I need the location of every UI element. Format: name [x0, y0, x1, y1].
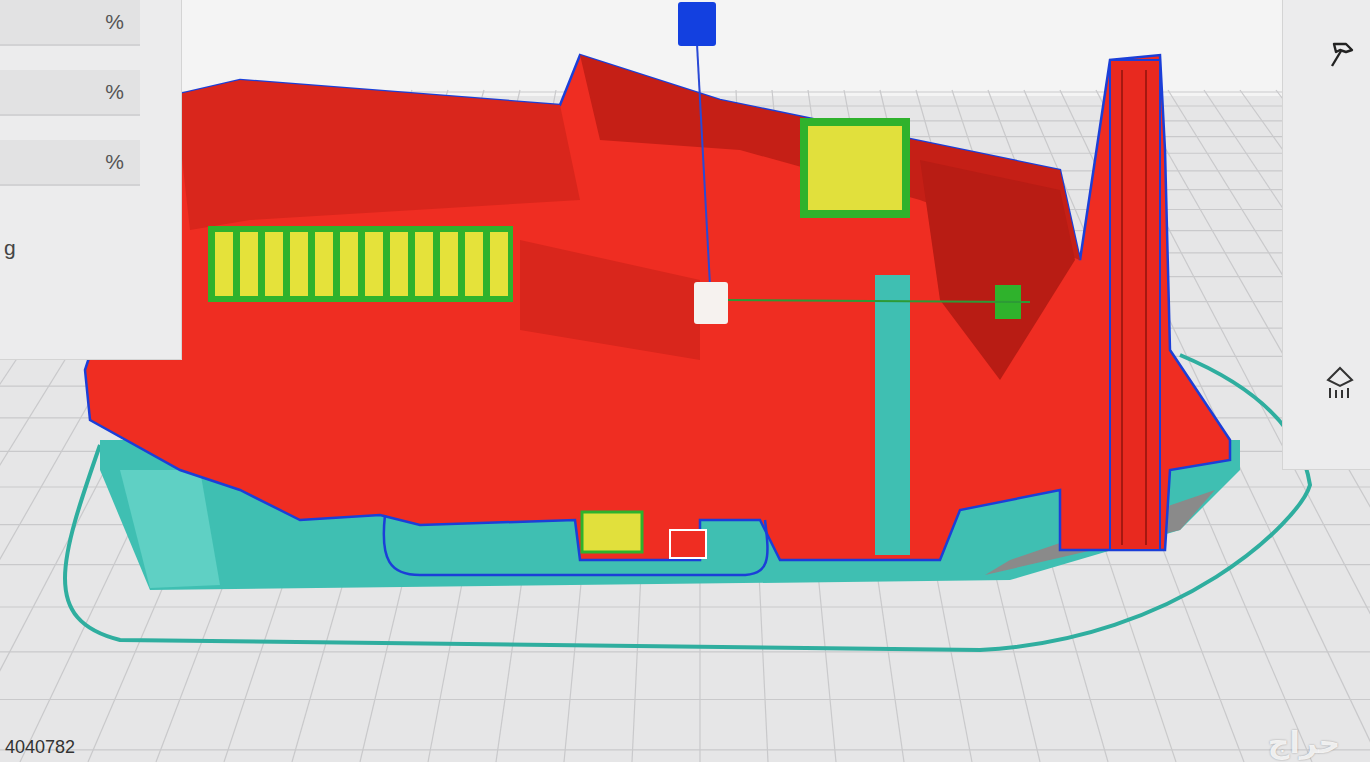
- build-plate-viewport[interactable]: [0, 0, 1370, 762]
- percent-unit: %: [105, 150, 124, 174]
- settings-panel: %%% g: [0, 0, 182, 360]
- model-body: [85, 55, 1230, 560]
- z-axis-handle[interactable]: [678, 2, 716, 46]
- hammer-icon[interactable]: [1326, 38, 1360, 72]
- support-icon[interactable]: [1320, 362, 1360, 402]
- percent-unit: %: [105, 10, 124, 34]
- percent-unit: %: [105, 80, 124, 104]
- tool-panel: [1282, 0, 1370, 470]
- percent-field[interactable]: %: [0, 0, 140, 46]
- listing-code: 4040782: [5, 737, 75, 758]
- percent-field[interactable]: %: [0, 70, 140, 116]
- watermark: حراج: [1268, 725, 1340, 760]
- percent-field[interactable]: %: [0, 140, 140, 186]
- center-handle[interactable]: [694, 282, 728, 324]
- model[interactable]: [65, 55, 1310, 650]
- move-gizmo[interactable]: [678, 2, 1030, 324]
- slicer-screen: %%% g 4040782 حراج: [0, 0, 1370, 762]
- weight-unit: g: [0, 236, 181, 260]
